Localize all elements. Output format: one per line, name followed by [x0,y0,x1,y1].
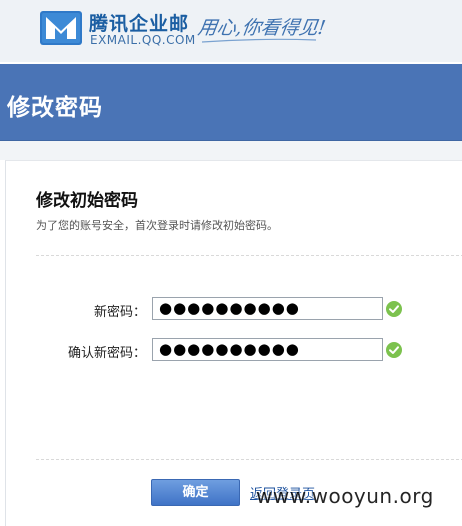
top-logo-bar: 腾讯企业邮 EXMAIL.QQ.COM 用心,你看得见! [0,0,462,62]
divider [36,459,462,460]
new-password-input[interactable]: ●●●●●●●●●● [152,297,383,320]
page: 腾讯企业邮 EXMAIL.QQ.COM 用心,你看得见! 修改密码 修改初始密码… [0,0,462,526]
brand-domain: EXMAIL.QQ.COM [90,33,196,47]
mail-logo-icon [40,11,82,45]
divider [36,255,462,256]
brand-slogan: 用心,你看得见! [196,17,328,39]
watermark: www.wooyun.org [256,484,434,508]
new-password-label: 新密码： [93,305,146,320]
confirm-button[interactable]: 确定 [151,479,240,506]
section-description: 为了您的账号安全，首次登录时请修改初始密码。 [36,219,278,232]
section-title: 修改初始密码 [36,191,138,211]
change-password-panel: 修改初始密码 为了您的账号安全，首次登录时请修改初始密码。 新密码： ●●●●●… [5,160,462,526]
page-title: 修改密码 [7,95,103,121]
brand-name: 腾讯企业邮 [89,13,190,35]
header-band: 修改密码 [0,64,462,141]
slogan-swoosh-icon [201,38,317,43]
spacer [0,141,462,160]
check-icon [386,301,402,317]
confirm-password-input[interactable]: ●●●●●●●●●● [152,338,383,361]
confirm-password-label: 确认新密码： [67,346,146,361]
check-icon [386,342,402,358]
